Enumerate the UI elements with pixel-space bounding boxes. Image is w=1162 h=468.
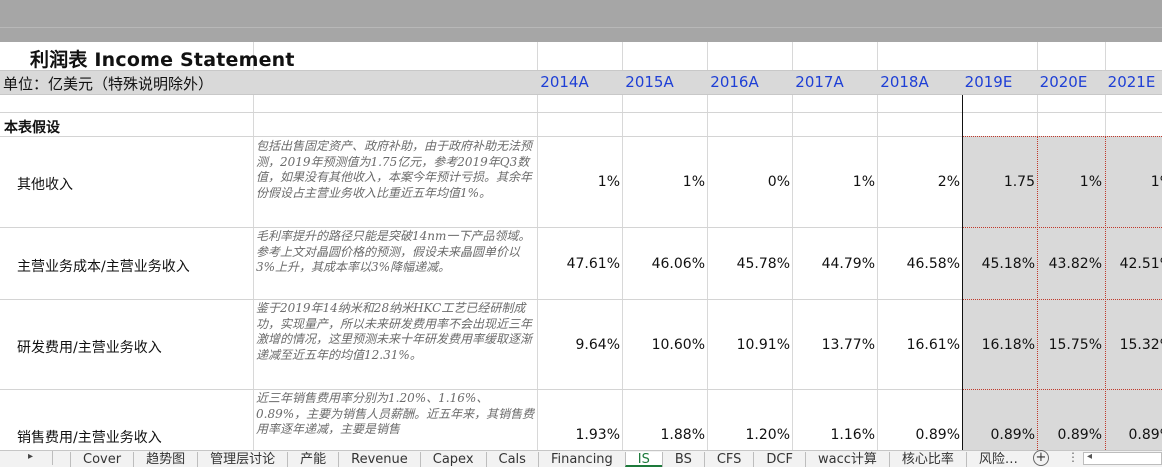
sheet-tabs: Cover 趋势图 管理层讨论 产能 Revenue Capex Cals Fi… — [70, 451, 1030, 468]
cell-cost-ratio-2017a[interactable]: 44.79% — [795, 256, 875, 272]
tab-core-ratios[interactable]: 核心比率 — [888, 452, 966, 467]
cell-other-income-2014a[interactable]: 1% — [540, 174, 620, 190]
estimate-border — [963, 389, 1162, 390]
more-options-icon[interactable]: ⋮ — [1067, 450, 1079, 464]
row-note-rnd-ratio[interactable]: 鉴于2019年14纳米和28纳米HKC工艺已经研制成功，实现量产，所以未来研发费… — [256, 301, 536, 389]
row-note-cost-ratio[interactable]: 毛利率提升的路径只能是突破14nm一下产品领域。参考上文对晶圆价格的预测，假设未… — [256, 229, 536, 299]
row-label-other-income[interactable]: 其他收入 — [17, 174, 73, 194]
tab-is[interactable]: IS — [624, 452, 662, 467]
year-header-2019e[interactable]: 2019E — [951, 73, 1026, 91]
cell-sales-ratio-2014a[interactable]: 1.93% — [540, 427, 620, 443]
tab-cfs[interactable]: CFS — [703, 452, 754, 467]
year-header-2021e[interactable]: 2021E — [1094, 73, 1162, 91]
row-divider — [0, 112, 1162, 113]
cell-sales-ratio-2017a[interactable]: 1.16% — [795, 427, 875, 443]
unit-label[interactable]: 单位：亿美元（特殊说明除外） — [3, 73, 213, 94]
cell-sales-ratio-2018a[interactable]: 0.89% — [880, 427, 960, 443]
horizontal-scrollbar[interactable] — [1083, 452, 1162, 465]
tab-revenue[interactable]: Revenue — [338, 452, 420, 467]
year-header-2015a[interactable]: 2015A — [612, 73, 687, 91]
cell-rnd-ratio-2018a[interactable]: 16.61% — [880, 337, 960, 353]
cell-rnd-ratio-2016a[interactable]: 10.91% — [710, 337, 790, 353]
row-note-other-income[interactable]: 包括出售固定资产、政府补助，由于政府补助无法预测，2019年预测值为1.75亿元… — [256, 139, 536, 226]
estimate-border — [963, 136, 1162, 137]
cell-other-income-2018a[interactable]: 2% — [880, 174, 960, 190]
row-label-rnd-ratio[interactable]: 研发费用/主营业务收入 — [17, 337, 162, 357]
year-header-2020e[interactable]: 2020E — [1026, 73, 1101, 91]
tab-capacity[interactable]: 产能 — [287, 452, 338, 467]
tab-financing[interactable]: Financing — [537, 452, 625, 467]
cell-rnd-ratio-2015a[interactable]: 10.60% — [625, 337, 705, 353]
estimate-border — [963, 227, 1162, 228]
cell-sales-ratio-2016a[interactable]: 1.20% — [710, 427, 790, 443]
cell-other-income-2016a[interactable]: 0% — [710, 174, 790, 190]
tab-nav-separator — [52, 451, 53, 465]
tab-capex[interactable]: Capex — [419, 452, 486, 467]
row-label-cost-ratio[interactable]: 主营业务成本/主营业务收入 — [17, 256, 190, 276]
year-header-2018a[interactable]: 2018A — [867, 73, 942, 91]
cell-cost-ratio-2016a[interactable]: 45.78% — [710, 256, 790, 272]
year-header-2016a[interactable]: 2016A — [697, 73, 772, 91]
year-header-2017a[interactable]: 2017A — [782, 73, 857, 91]
cell-other-income-2017a[interactable]: 1% — [795, 174, 875, 190]
cell-cost-ratio-2014a[interactable]: 47.61% — [540, 256, 620, 272]
sheet-title[interactable]: 利润表 Income Statement — [30, 45, 295, 71]
cell-cost-ratio-2015a[interactable]: 46.06% — [625, 256, 705, 272]
tab-cals[interactable]: Cals — [485, 452, 538, 467]
estimate-border — [963, 299, 1162, 300]
cell-other-income-2021e[interactable]: 1% — [1093, 174, 1162, 190]
cell-sales-ratio-2021e[interactable]: 0.89% — [1093, 427, 1162, 443]
assumptions-section-label[interactable]: 本表假设 — [4, 117, 60, 137]
cell-rnd-ratio-2020e[interactable]: 15.75% — [1022, 337, 1102, 353]
year-header-2014a[interactable]: 2014A — [527, 73, 602, 91]
tab-trend-chart[interactable]: 趋势图 — [133, 452, 197, 467]
row-note-sales-ratio[interactable]: 近三年销售费用率分别为1.20%、1.16%、0.89%，主要为销售人员薪酬。近… — [256, 391, 536, 450]
tab-risk[interactable]: 风险… — [965, 452, 1030, 467]
tab-wacc[interactable]: wacc计算 — [805, 452, 889, 467]
header-banner — [0, 0, 1162, 42]
cell-rnd-ratio-2014a[interactable]: 9.64% — [540, 337, 620, 353]
sheet-tab-bar: Cover 趋势图 管理层讨论 产能 Revenue Capex Cals Fi… — [0, 450, 1162, 467]
row-label-sales-ratio[interactable]: 销售费用/主营业务收入 — [17, 427, 162, 447]
cell-cost-ratio-2021e[interactable]: 42.51% — [1093, 256, 1162, 272]
add-sheet-icon[interactable]: + — [1033, 450, 1049, 466]
cell-sales-ratio-2020e[interactable]: 0.89% — [1022, 427, 1102, 443]
freeze-pane-line — [962, 95, 963, 450]
cell-rnd-ratio-2017a[interactable]: 13.77% — [795, 337, 875, 353]
cell-cost-ratio-2018a[interactable]: 46.58% — [880, 256, 960, 272]
cell-other-income-2015a[interactable]: 1% — [625, 174, 705, 190]
tab-bs[interactable]: BS — [661, 452, 704, 467]
tab-dcf[interactable]: DCF — [753, 452, 805, 467]
scroll-left-arrow-icon[interactable]: ◂ — [1087, 451, 1092, 462]
cell-sales-ratio-2015a[interactable]: 1.88% — [625, 427, 705, 443]
cell-other-income-2020e[interactable]: 1% — [1022, 174, 1102, 190]
cell-rnd-ratio-2021e[interactable]: 15.32% — [1093, 337, 1162, 353]
next-sheet-arrow-icon[interactable]: ▸ — [28, 451, 33, 462]
banner-divider — [0, 27, 1162, 28]
cell-cost-ratio-2020e[interactable]: 43.82% — [1022, 256, 1102, 272]
tab-cover[interactable]: Cover — [70, 452, 133, 467]
tab-management-discussion[interactable]: 管理层讨论 — [197, 452, 287, 467]
